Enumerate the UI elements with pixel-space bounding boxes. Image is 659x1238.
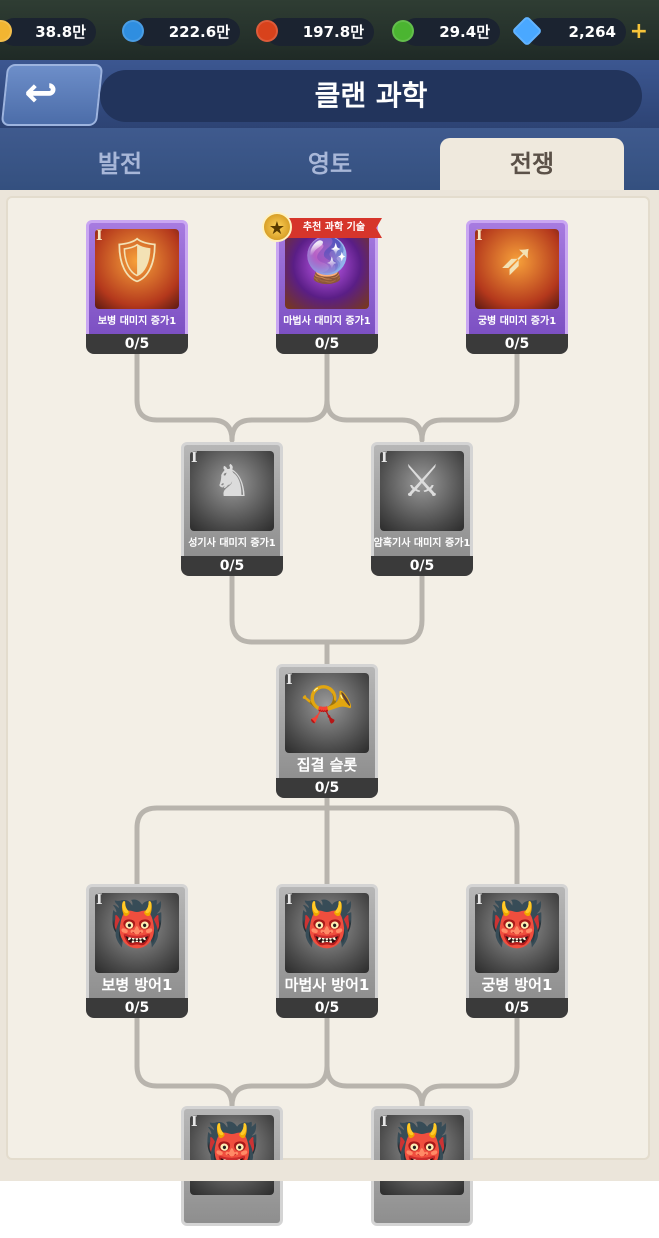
card-progress: 0/5 [466, 998, 568, 1018]
card-progress: 0/5 [86, 998, 188, 1018]
card-progress: 0/5 [276, 778, 378, 798]
tech-card-infantry-damage[interactable]: 🛡 I 보병 대미지 증가1 0/5 [86, 220, 188, 354]
card-label: 보병 대미지 증가1 [97, 316, 177, 327]
card-progress: 0/5 [276, 334, 378, 354]
card-progress: 0/5 [466, 334, 568, 354]
knight-icon: ♞ [212, 456, 252, 507]
tier-numeral: I [476, 892, 483, 908]
card-label: 마법사 대미지 증가1 [283, 316, 371, 327]
card-label: 집결 슬롯 [296, 756, 358, 774]
tech-card-infantry-defense[interactable]: 👹 I 보병 방어1 0/5 [86, 884, 188, 1018]
recommended-ribbon: 추천 과학 기술 [286, 218, 382, 238]
armor-icon: ⚔ [402, 456, 442, 507]
ogre-icon: 👹 [299, 899, 355, 950]
card-progress: 0/5 [276, 998, 378, 1018]
star-icon: ★ [262, 212, 292, 242]
tier-numeral: I [96, 228, 103, 244]
card-label: 성기사 대미지 증가1 [188, 538, 276, 549]
card-label: 보병 방어1 [101, 976, 173, 994]
tier-numeral: I [381, 450, 388, 466]
shield-icon: 🛡 [109, 235, 165, 286]
arrows-icon: ➶ [498, 234, 536, 285]
tier-numeral: I [191, 1114, 198, 1130]
tech-card-archer-defense[interactable]: 👹 I 궁병 방어1 0/5 [466, 884, 568, 1018]
ogre-icon: 👹 [489, 899, 545, 950]
card-label: 마법사 방어1 [284, 976, 370, 994]
tier-numeral: I [191, 450, 198, 466]
tech-card-archer-damage[interactable]: ➶ I 궁병 대미지 증가1 0/5 [466, 220, 568, 354]
tier-numeral: I [476, 228, 483, 244]
tech-card-mage-defense[interactable]: 👹 I 마법사 방어1 0/5 [276, 884, 378, 1018]
horn-icon: 📯 [299, 679, 355, 730]
card-progress: 0/5 [86, 334, 188, 354]
tech-card-dark-knight-damage[interactable]: ⚔ I 암흑기사 대미지 증가1 0/5 [371, 442, 473, 576]
tier-numeral: I [286, 892, 293, 908]
tech-card-paladin-damage[interactable]: ♞ I 성기사 대미지 증가1 0/5 [181, 442, 283, 576]
bottom-border [0, 1160, 659, 1181]
card-label: 암흑기사 대미지 증가1 [373, 538, 471, 549]
card-label: 궁병 대미지 증가1 [477, 316, 557, 327]
card-progress: 0/5 [181, 556, 283, 576]
tier-numeral: I [381, 1114, 388, 1130]
tier-numeral: I [96, 892, 103, 908]
tech-card-rally-slot[interactable]: 📯 I 집결 슬롯 0/5 [276, 664, 378, 798]
recommended-badge: 추천 과학 기술 ★ [262, 212, 384, 242]
tier-numeral: I [286, 672, 293, 688]
card-progress: 0/5 [371, 556, 473, 576]
ogre-icon: 👹 [109, 899, 165, 950]
card-label: 궁병 방어1 [481, 976, 553, 994]
